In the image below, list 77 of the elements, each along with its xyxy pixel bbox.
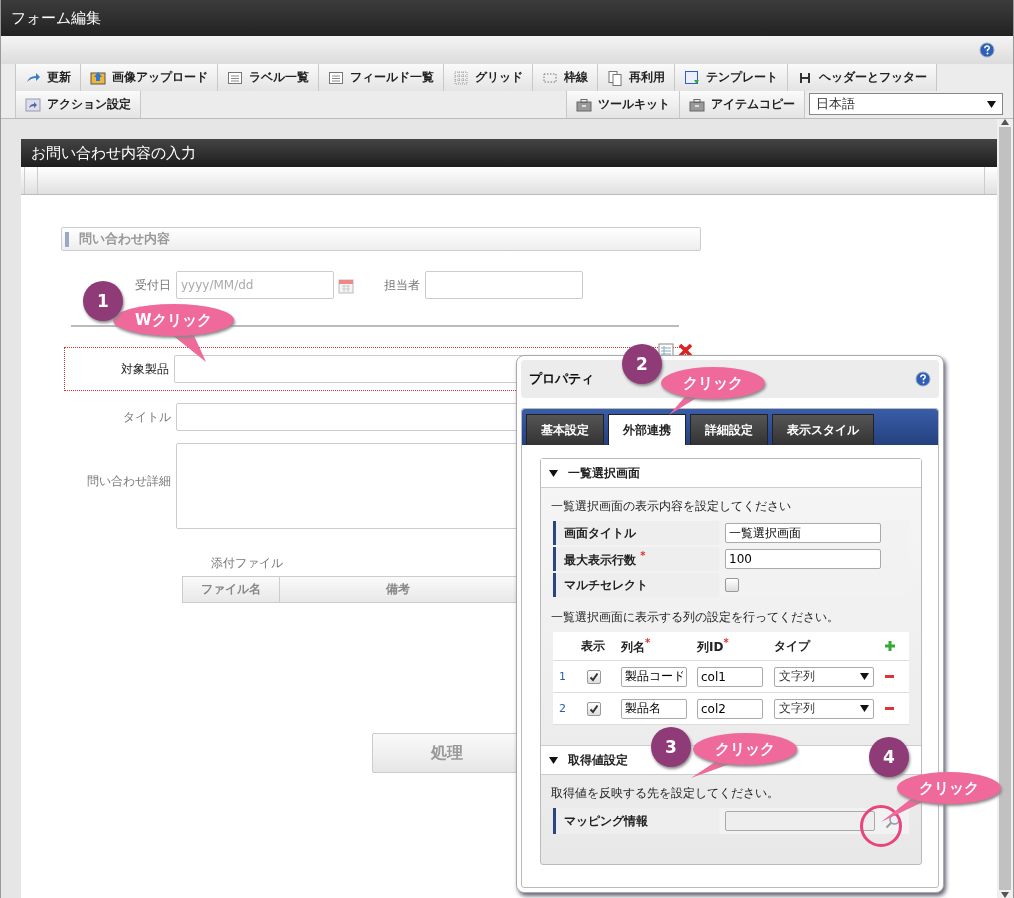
help-icon[interactable] bbox=[979, 42, 995, 58]
section-description: 一覧選択画面に表示する列の設定を行ってください。 bbox=[550, 609, 840, 626]
property-label: 画面タイトル bbox=[553, 521, 719, 545]
text-field[interactable] bbox=[425, 271, 583, 299]
column-header: ファイル名 bbox=[183, 577, 281, 602]
date-field[interactable]: yyyy/MM/dd bbox=[176, 271, 334, 299]
property-label: マルチセレクト bbox=[553, 573, 719, 597]
add-icon[interactable] bbox=[885, 641, 895, 651]
language-select[interactable]: 日本語 bbox=[809, 93, 1003, 115]
column-name-field[interactable]: 製品名 bbox=[621, 698, 687, 719]
attachment-label: 添付ファイル bbox=[211, 555, 283, 572]
section-title[interactable]: 一覧選択画面 bbox=[568, 464, 640, 482]
toolbar-button[interactable]: ツールキット bbox=[566, 91, 680, 118]
checkbox[interactable] bbox=[587, 701, 601, 716]
toolbar-button[interactable]: 枠線 bbox=[533, 64, 598, 91]
property-field[interactable]: 100 bbox=[725, 549, 881, 569]
column-id-field[interactable]: col1 bbox=[697, 666, 763, 687]
toolbar-button[interactable]: アイテムコピー bbox=[680, 91, 805, 118]
property-label: 最大表示行数 $^{*}$ bbox=[553, 547, 719, 571]
row-number: 1 bbox=[559, 670, 567, 683]
template-icon bbox=[684, 69, 700, 86]
type-select[interactable]: 文字列 bbox=[774, 666, 874, 687]
caret-icon bbox=[549, 756, 558, 764]
window-title: フォーム編集 bbox=[1, 0, 1013, 36]
checkbox[interactable] bbox=[587, 669, 601, 684]
document-icon bbox=[607, 69, 623, 86]
field-label: タイトル bbox=[122, 408, 172, 426]
field-label: 問い合わせ詳細 bbox=[86, 473, 172, 490]
column-header: 列名$^{*}$ bbox=[621, 636, 652, 656]
toolbar-button[interactable]: アクション設定 bbox=[15, 91, 141, 118]
column-header: 列ID$^{*}$ bbox=[697, 636, 730, 656]
toolbox-icon bbox=[576, 96, 592, 113]
scroll-down-icon[interactable] bbox=[1001, 892, 1009, 898]
tab[interactable]: 詳細設定 bbox=[690, 414, 768, 445]
column-header: 表示 bbox=[581, 637, 606, 655]
toolbar-button[interactable]: 再利用 bbox=[598, 64, 675, 91]
property-field[interactable]: 一覧選択画面 bbox=[725, 523, 881, 543]
scroll-thumb[interactable] bbox=[999, 127, 1011, 890]
toolbox-icon bbox=[689, 96, 705, 113]
caret-icon bbox=[987, 100, 996, 108]
list-icon bbox=[328, 69, 344, 86]
field-label: 対象製品 bbox=[120, 360, 171, 378]
form-title: お問い合わせ内容の入力 bbox=[21, 139, 997, 167]
list-icon bbox=[227, 69, 243, 86]
section-description: 一覧選択画面の表示内容を設定してください bbox=[550, 498, 792, 515]
caret-icon bbox=[549, 469, 558, 477]
field-label: 担当者 bbox=[383, 276, 421, 294]
row-number: 2 bbox=[559, 702, 567, 715]
grid-icon bbox=[453, 69, 469, 86]
field-label: 受付日 bbox=[134, 276, 172, 294]
caret-icon bbox=[860, 705, 869, 712]
help-icon[interactable] bbox=[915, 371, 931, 387]
toolbar-button[interactable]: ヘッダーとフッター bbox=[788, 64, 937, 91]
column-id-field[interactable]: col2 bbox=[697, 698, 763, 719]
toolbar-button[interactable]: 更新 bbox=[15, 64, 81, 91]
toolbar-button[interactable]: グリッド bbox=[444, 64, 533, 91]
tab[interactable]: 表示スタイル bbox=[772, 414, 874, 445]
toolbar-button[interactable]: ラベル一覧 bbox=[218, 64, 319, 91]
section-description: 取得値を反映する先を設定してください。 bbox=[550, 785, 780, 802]
section-header: 問い合わせ内容 bbox=[61, 227, 701, 251]
calendar-icon[interactable] bbox=[338, 276, 354, 294]
header-segment bbox=[24, 167, 38, 194]
caret-icon bbox=[860, 673, 869, 680]
tab[interactable]: 外部連携 bbox=[608, 414, 686, 445]
dialog-title: プロパティ bbox=[529, 370, 594, 388]
tab[interactable]: 基本設定 bbox=[526, 414, 604, 445]
type-select[interactable]: 文字列 bbox=[774, 698, 874, 719]
toolbar-button[interactable]: フィールド一覧 bbox=[319, 64, 444, 91]
scrollbar[interactable] bbox=[997, 119, 1013, 898]
property-label: マッピング情報 bbox=[553, 808, 719, 834]
column-name-field[interactable]: 製品コード bbox=[621, 666, 687, 687]
section-title[interactable]: 取得値設定 bbox=[568, 751, 628, 769]
toolbar-button[interactable]: テンプレート bbox=[675, 64, 788, 91]
checkbox[interactable] bbox=[725, 578, 739, 592]
column-header: タイプ bbox=[774, 637, 812, 655]
image-upload-icon bbox=[90, 69, 106, 86]
toolbar-button[interactable]: 画像アップロード bbox=[81, 64, 218, 91]
